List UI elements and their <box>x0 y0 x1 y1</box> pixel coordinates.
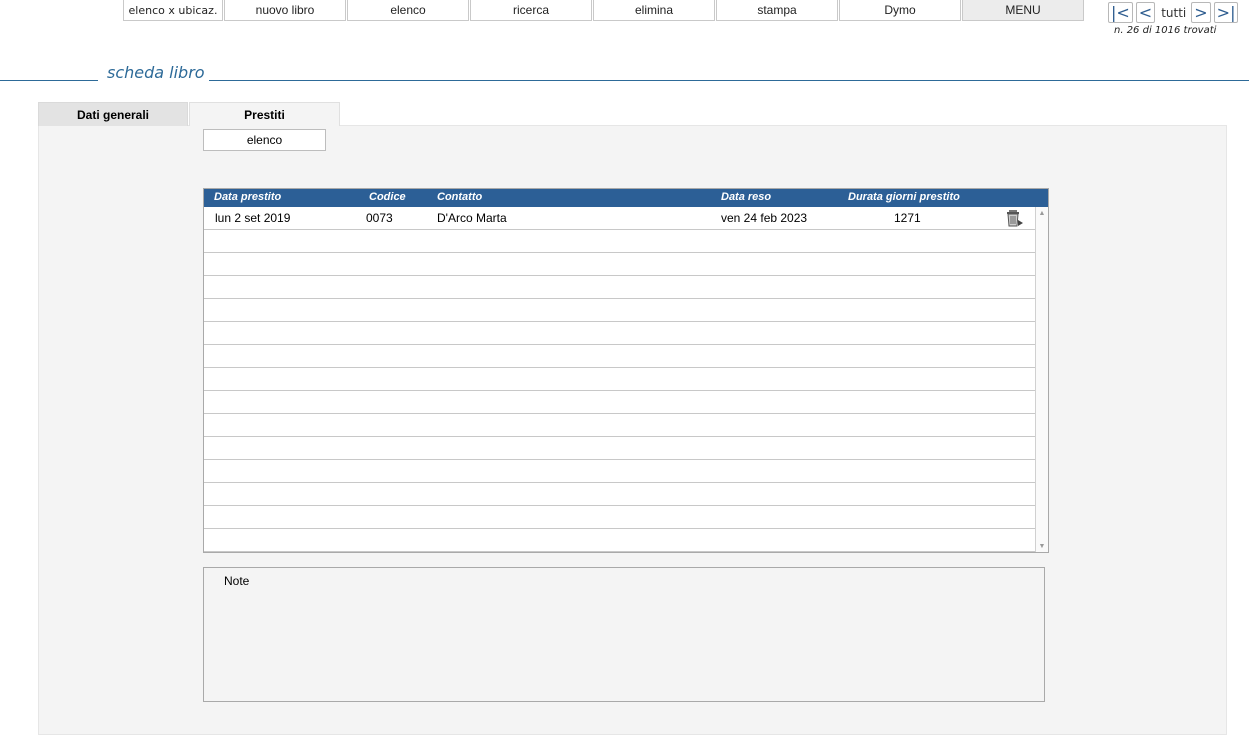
table-row[interactable] <box>204 345 1036 368</box>
table-row[interactable]: lun 2 set 2019 0073 D'Arco Marta ven 24 … <box>204 207 1036 230</box>
column-header-return-date[interactable]: Data reso <box>721 191 771 203</box>
table-row[interactable] <box>204 529 1036 552</box>
tab-general-data[interactable]: Dati generali <box>38 102 188 126</box>
table-row[interactable] <box>204 483 1036 506</box>
table-header: Data prestito Codice Contatto Data reso … <box>204 189 1048 207</box>
next-record-button[interactable]: > <box>1191 2 1211 23</box>
list-button[interactable]: elenco <box>347 0 469 21</box>
prev-record-button[interactable]: < <box>1135 2 1156 23</box>
title-divider-left <box>0 80 98 81</box>
notes-label: Note <box>224 574 250 588</box>
location-list-button[interactable]: elenco x ubicaz. <box>123 0 223 21</box>
table-row[interactable] <box>204 322 1036 345</box>
table-row[interactable] <box>204 506 1036 529</box>
contact-cell: D'Arco Marta <box>437 211 507 225</box>
column-header-contact[interactable]: Contatto <box>437 191 482 203</box>
new-book-button[interactable]: nuovo libro <box>224 0 346 21</box>
menu-button[interactable]: MENU <box>962 0 1084 21</box>
trash-icon[interactable] <box>1004 208 1024 228</box>
table-body: lun 2 set 2019 0073 D'Arco Marta ven 24 … <box>204 207 1036 552</box>
record-navigation: |< < tutti > >| <box>1108 2 1241 23</box>
last-record-button[interactable]: >| <box>1213 2 1239 23</box>
notes-field[interactable]: Note <box>203 567 1045 702</box>
table-row[interactable] <box>204 230 1036 253</box>
record-status: n. 26 di 1016 trovati <box>1114 25 1217 36</box>
column-header-code[interactable]: Codice <box>369 191 406 203</box>
page-title: scheda libro <box>107 63 205 82</box>
column-header-loan-date[interactable]: Data prestito <box>214 191 281 203</box>
table-row[interactable] <box>204 391 1036 414</box>
table-row[interactable] <box>204 368 1036 391</box>
table-row[interactable] <box>204 253 1036 276</box>
delete-button[interactable]: elimina <box>593 0 715 21</box>
return-date-cell: ven 24 feb 2023 <box>721 211 808 225</box>
top-toolbar: elenco x ubicaz. nuovo libro elenco rice… <box>123 0 1085 21</box>
scroll-up-arrow-icon[interactable]: ▲ <box>1036 208 1048 218</box>
table-row[interactable] <box>204 437 1036 460</box>
tab-loans[interactable]: Prestiti <box>189 102 340 126</box>
duration-cell: 1271 <box>894 211 921 225</box>
loan-date-cell: lun 2 set 2019 <box>215 211 291 225</box>
print-button[interactable]: stampa <box>716 0 838 21</box>
table-scrollbar[interactable]: ▲ ▼ <box>1035 207 1048 552</box>
table-row[interactable] <box>204 460 1036 483</box>
scroll-down-arrow-icon[interactable]: ▼ <box>1036 541 1048 551</box>
table-row[interactable] <box>204 299 1036 322</box>
code-cell: 0073 <box>366 211 393 225</box>
all-records-link[interactable]: tutti <box>1161 6 1186 20</box>
table-row[interactable] <box>204 414 1036 437</box>
table-row[interactable] <box>204 276 1036 299</box>
first-record-button[interactable]: |< <box>1108 2 1133 23</box>
search-button[interactable]: ricerca <box>470 0 592 21</box>
loans-list-button[interactable]: elenco <box>203 129 326 151</box>
loans-table: Data prestito Codice Contatto Data reso … <box>203 188 1049 553</box>
column-header-duration[interactable]: Durata giorni prestito <box>848 191 960 203</box>
title-divider-right <box>209 80 1249 81</box>
dymo-button[interactable]: Dymo <box>839 0 961 21</box>
